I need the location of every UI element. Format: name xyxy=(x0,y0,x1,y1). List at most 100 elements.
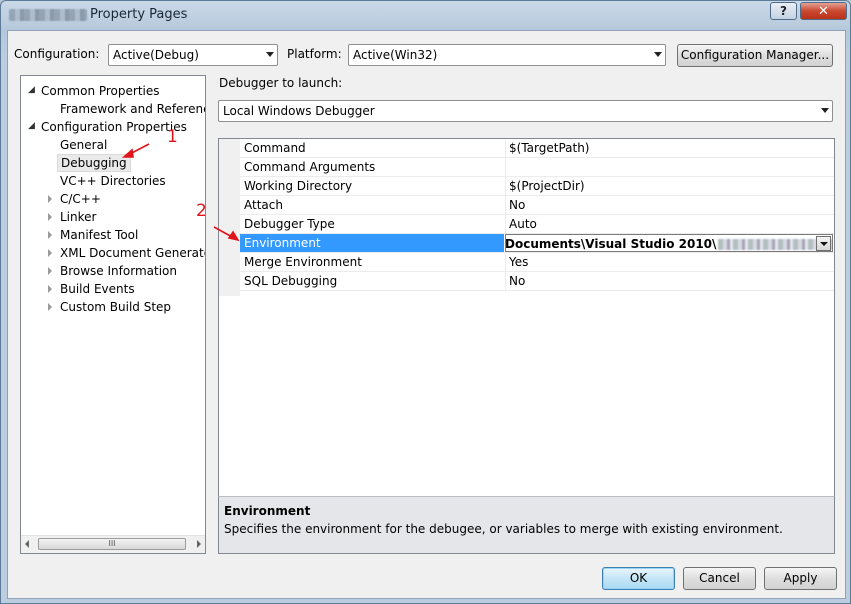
tree-item[interactable]: Debugging xyxy=(57,154,131,172)
project-name-redacted xyxy=(9,9,87,21)
chevron-down-icon xyxy=(654,52,662,57)
expander-closed-icon[interactable] xyxy=(48,285,52,293)
property-name: Working Directory xyxy=(244,179,353,193)
property-name: Attach xyxy=(244,198,283,212)
configuration-combo[interactable]: Active(Debug) xyxy=(108,44,278,66)
tree-item-label: Build Events xyxy=(60,282,135,296)
expander-closed-icon[interactable] xyxy=(48,267,52,275)
property-value: $(ProjectDir) xyxy=(505,177,833,195)
property-value-text: $(ProjectDir) xyxy=(509,179,585,193)
tree-item-label: Framework and References xyxy=(60,102,205,116)
property-value-text: Documents\Visual Studio 2010\ xyxy=(505,237,717,251)
configuration-label: Configuration: xyxy=(14,47,100,61)
property-row[interactable]: Attach No xyxy=(240,196,834,215)
chevron-down-icon xyxy=(266,52,274,57)
expander-open-icon[interactable]: ◢ xyxy=(28,86,35,95)
tree-item[interactable]: General xyxy=(60,136,107,154)
tree-item[interactable]: VC++ Directories xyxy=(60,172,166,190)
scrollbar-thumb[interactable]: III xyxy=(38,538,186,550)
scroll-left-icon[interactable] xyxy=(25,540,29,548)
property-value xyxy=(505,158,833,176)
tree-item[interactable]: Browse Information xyxy=(60,262,177,280)
tree-horizontal-scrollbar[interactable]: III xyxy=(21,535,205,553)
tree-item[interactable]: XML Document Generator xyxy=(60,244,206,262)
property-row[interactable]: Command Arguments xyxy=(240,158,834,177)
property-name: SQL Debugging xyxy=(244,274,338,288)
property-name: Environment xyxy=(244,236,321,250)
property-name: Merge Environment xyxy=(244,255,362,269)
tree-item[interactable]: Manifest Tool xyxy=(60,226,138,244)
property-name: Command xyxy=(244,141,306,155)
environment-value-editor[interactable]: Documents\Visual Studio 2010\ xyxy=(505,234,833,252)
expander-closed-icon[interactable] xyxy=(48,303,52,311)
property-row[interactable]: Working Directory $(ProjectDir) xyxy=(240,177,834,196)
property-value: Yes xyxy=(505,253,833,271)
property-value: No xyxy=(505,196,833,214)
configuration-value: Active(Debug) xyxy=(113,48,199,62)
property-row[interactable]: SQL Debugging No xyxy=(240,272,834,291)
ok-button[interactable]: OK xyxy=(602,567,675,590)
property-value-text: No xyxy=(509,198,526,212)
property-value-text: $(TargetPath) xyxy=(509,141,590,155)
tree-item[interactable]: Custom Build Step xyxy=(60,298,171,316)
scroll-right-icon[interactable] xyxy=(197,540,201,548)
chevron-down-icon xyxy=(821,108,829,113)
property-value: Auto xyxy=(505,215,833,233)
property-value: $(TargetPath) xyxy=(505,139,833,157)
tree-item[interactable]: Framework and References xyxy=(60,100,205,118)
apply-button[interactable]: Apply xyxy=(764,567,837,590)
annotation-number-1: 1 xyxy=(167,127,178,147)
annotation-number-2: 2 xyxy=(196,201,207,221)
tree-item[interactable]: Common Properties xyxy=(41,82,160,100)
property-row[interactable]: Debugger Type Auto xyxy=(240,215,834,234)
expander-closed-icon[interactable] xyxy=(48,195,52,203)
tree-item-label: Configuration Properties xyxy=(41,120,187,134)
tree-item-label: General xyxy=(60,138,108,152)
tree-item[interactable]: Linker xyxy=(60,208,96,226)
debugger-to-launch-label: Debugger to launch: xyxy=(219,76,343,90)
description-text: Specifies the environment for the debuge… xyxy=(224,522,783,536)
property-pages-window: Property Pages ? ✕ Configuration: Active… xyxy=(0,0,851,604)
tree-item[interactable]: Configuration Properties xyxy=(41,118,187,136)
expander-closed-icon[interactable] xyxy=(48,231,52,239)
expander-open-icon[interactable]: ◢ xyxy=(28,122,35,131)
tree-item-label: C/C++ xyxy=(60,192,101,206)
expander-closed-icon[interactable] xyxy=(48,249,52,257)
property-row[interactable]: Command $(TargetPath) xyxy=(240,139,834,158)
tree-item[interactable]: Build Events xyxy=(60,280,135,298)
configuration-manager-button[interactable]: Configuration Manager... xyxy=(677,44,833,67)
cancel-button[interactable]: Cancel xyxy=(683,567,756,590)
tree-item-label: Debugging xyxy=(61,156,127,170)
property-grid[interactable]: Command $(TargetPath) Command Arguments Wor… xyxy=(218,138,835,497)
debugger-combo[interactable]: Local Windows Debugger xyxy=(218,100,833,122)
dialog-client-area: Configuration: Active(Debug) Platform: A… xyxy=(7,30,846,599)
tree-item-label: XML Document Generator xyxy=(60,246,206,260)
property-row[interactable]: Merge Environment Yes xyxy=(240,253,834,272)
tree-item-label: Common Properties xyxy=(41,84,160,98)
property-row[interactable]: Environment Documents\Visual Studio 2010\ xyxy=(240,234,834,253)
tree-item-label: VC++ Directories xyxy=(60,174,166,188)
description-pane: Environment Specifies the environment fo… xyxy=(218,496,835,554)
property-value-text: Auto xyxy=(509,217,537,231)
help-button[interactable]: ? xyxy=(770,2,797,20)
tree-item-label: Linker xyxy=(60,210,97,224)
description-title: Environment xyxy=(224,504,311,518)
property-tree[interactable]: Common Properties ◢ Framework and Referen c… xyxy=(20,75,206,554)
property-value: No xyxy=(505,272,833,290)
tree-item[interactable]: C/C++ xyxy=(60,190,101,208)
grid-gutter xyxy=(219,139,240,296)
tree-item-label: Custom Build Step xyxy=(60,300,172,314)
property-value-text: Yes xyxy=(509,255,529,269)
tree-item-label: Manifest Tool xyxy=(60,228,139,242)
expander-closed-icon[interactable] xyxy=(48,213,52,221)
platform-combo[interactable]: Active(Win32) xyxy=(348,44,666,66)
tree-item-label: Browse Information xyxy=(60,264,177,278)
property-value-text: No xyxy=(509,274,526,288)
platform-value: Active(Win32) xyxy=(353,48,438,62)
close-button[interactable]: ✕ xyxy=(800,2,847,20)
title-bar[interactable]: Property Pages ? ✕ xyxy=(1,1,850,29)
platform-label: Platform: xyxy=(287,47,342,61)
window-title: Property Pages xyxy=(90,7,188,22)
debugger-value: Local Windows Debugger xyxy=(223,104,375,118)
dropdown-arrow-icon[interactable] xyxy=(816,236,831,251)
